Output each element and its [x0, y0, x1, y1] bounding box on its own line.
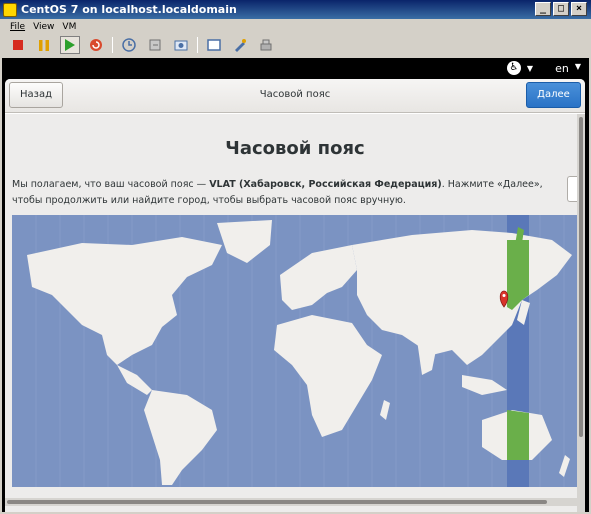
play-icon[interactable]	[60, 36, 80, 54]
desc-prefix: Мы полагаем, что ваш часовой пояс —	[12, 179, 210, 190]
menu-vm[interactable]: VM	[62, 22, 76, 32]
fullscreen-icon[interactable]	[204, 36, 224, 54]
chevron-down-icon: ▼	[574, 62, 581, 71]
timezone-description: Мы полагаем, что ваш часовой пояс — VLAT…	[12, 177, 562, 209]
tools-icon[interactable]	[256, 36, 276, 54]
gnome-top-bar: ♿ ▼ en ▼	[2, 58, 589, 80]
vm-toolbar	[0, 34, 591, 56]
horizontal-scrollbar[interactable]	[5, 498, 577, 506]
minimize-button[interactable]: _	[535, 2, 551, 16]
toolbar-divider	[197, 37, 198, 53]
vm-window: CentOS 7 on localhost.localdomain _ □ × …	[0, 0, 591, 514]
snapshot-manager-icon[interactable]	[171, 36, 191, 54]
window-title: CentOS 7 on localhost.localdomain	[21, 3, 237, 16]
language-menu[interactable]: en ▼	[555, 62, 581, 75]
menu-view[interactable]: View	[33, 22, 54, 32]
world-map[interactable]	[12, 215, 577, 487]
menu-file[interactable]: File	[10, 22, 25, 32]
page-heading: Часовой пояс	[225, 138, 365, 159]
toolbar-divider	[112, 37, 113, 53]
accessibility-icon: ♿	[506, 61, 521, 75]
detected-timezone: VLAT (Хабаровск, Российская Федерация)	[209, 179, 442, 190]
snapshot-revert-icon[interactable]	[145, 36, 165, 54]
language-label: en	[555, 62, 569, 75]
menu-bar: File View VM	[0, 19, 591, 34]
title-bar: CentOS 7 on localhost.localdomain _ □ ×	[0, 0, 591, 19]
vertical-scrollbar[interactable]	[577, 114, 585, 512]
timezone-map[interactable]	[12, 215, 577, 487]
stop-icon[interactable]	[8, 36, 28, 54]
dialog-header: Назад Часовой пояс Далее	[5, 79, 585, 113]
chevron-down-icon: ▼	[526, 63, 533, 73]
accessibility-menu[interactable]: ♿ ▼	[506, 61, 533, 75]
vm-app-icon	[3, 2, 17, 17]
guest-screen: ♿ ▼ en ▼ Назад Часовой пояс Далее Часово…	[2, 58, 589, 512]
next-button[interactable]: Далее	[526, 82, 581, 108]
horizontal-scroll-thumb[interactable]	[7, 500, 547, 504]
page-content: Часовой пояс Мы полагаем, что ваш часово…	[5, 114, 577, 512]
close-button[interactable]: ×	[571, 2, 587, 16]
reset-icon[interactable]	[86, 36, 106, 54]
snapshot-icon[interactable]	[119, 36, 139, 54]
city-search-field-edge[interactable]	[567, 176, 577, 202]
pause-icon[interactable]	[34, 36, 54, 54]
vertical-scroll-thumb[interactable]	[579, 117, 583, 437]
maximize-button[interactable]: □	[553, 2, 569, 16]
preferences-icon[interactable]	[230, 36, 250, 54]
installer-dialog: Назад Часовой пояс Далее Часовой пояс Мы…	[5, 79, 585, 512]
header-title: Часовой пояс	[259, 89, 331, 100]
